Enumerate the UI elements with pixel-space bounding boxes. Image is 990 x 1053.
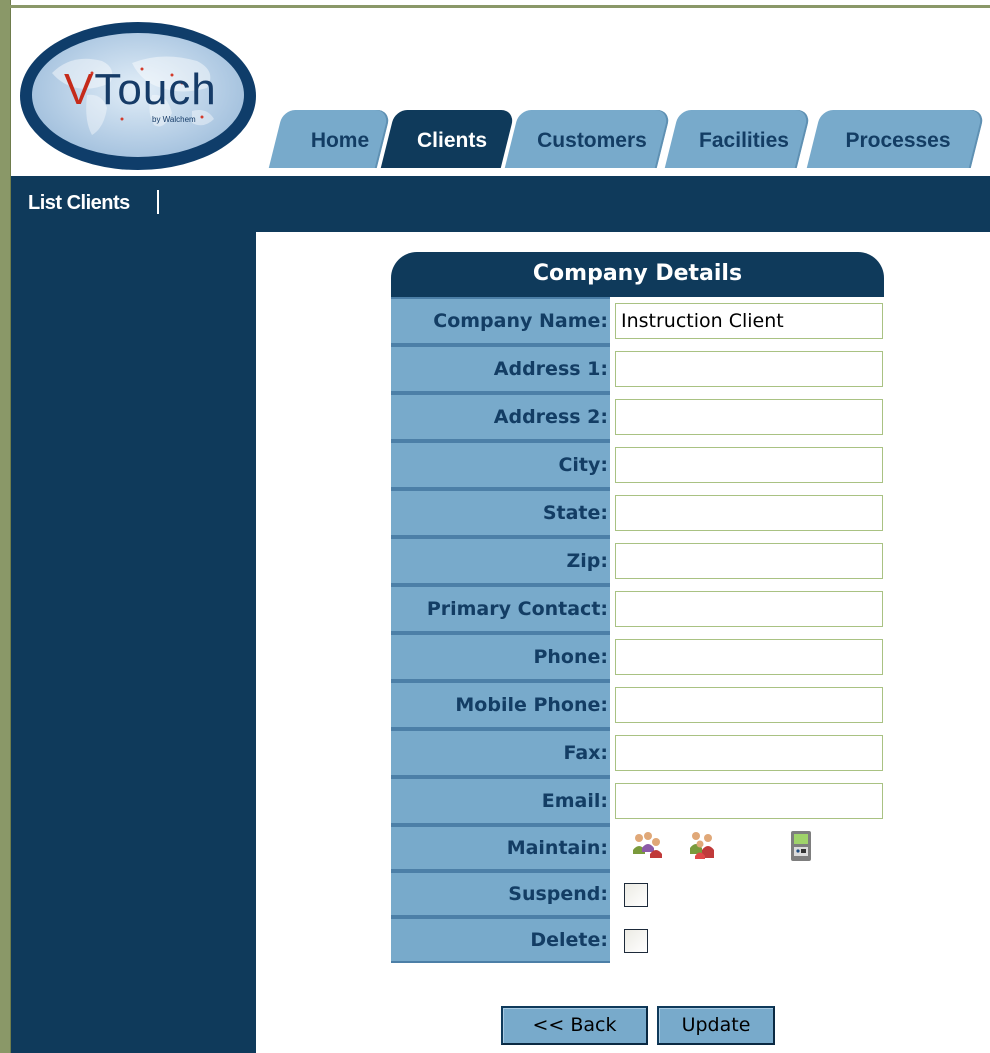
company-details-header: Company Details xyxy=(391,252,884,297)
logo-wordmark-rest: Touch xyxy=(94,65,217,114)
city-label: City: xyxy=(391,443,610,487)
address-2-label: Address 2: xyxy=(391,395,610,439)
state-field[interactable] xyxy=(615,495,883,531)
company-name-field[interactable] xyxy=(615,303,883,339)
tab-processes-label[interactable]: Processes xyxy=(818,128,978,154)
tab-clients-label[interactable]: Clients xyxy=(394,128,510,154)
update-button[interactable]: Update xyxy=(657,1006,775,1045)
tab-facilities-label[interactable]: Facilities xyxy=(678,128,810,154)
city-field[interactable] xyxy=(615,447,883,483)
mobile-phone-label: Mobile Phone: xyxy=(391,683,610,727)
sidebar xyxy=(11,232,256,1053)
email-field[interactable] xyxy=(615,783,883,819)
address-1-label: Address 1: xyxy=(391,347,610,391)
state-label: State: xyxy=(391,491,610,535)
mobile-phone-field[interactable] xyxy=(615,687,883,723)
window-left-border xyxy=(0,0,11,1053)
address-1-field[interactable] xyxy=(615,351,883,387)
phone-field[interactable] xyxy=(615,639,883,675)
logo-globe: VTouch by Walchem xyxy=(32,33,244,157)
phone-label: Phone: xyxy=(391,635,610,679)
list-clients-link[interactable]: List Clients xyxy=(28,192,130,215)
zip-label: Zip: xyxy=(391,539,610,583)
back-button[interactable]: << Back xyxy=(501,1006,648,1045)
delete-checkbox[interactable] xyxy=(624,929,648,953)
maintain-label: Maintain: xyxy=(391,827,610,869)
logo-wordmark-initial: V xyxy=(64,65,95,114)
zip-field[interactable] xyxy=(615,543,883,579)
user-group-icon[interactable] xyxy=(686,830,720,860)
fax-field[interactable] xyxy=(615,735,883,771)
company-name-label: Company Name: xyxy=(391,299,610,343)
fax-label: Fax: xyxy=(391,731,610,775)
controller-icon[interactable] xyxy=(789,830,813,862)
logo-subtitle: by Walchem xyxy=(152,115,196,124)
delete-label: Delete: xyxy=(391,919,610,961)
primary-contact-label: Primary Contact: xyxy=(391,587,610,631)
suspend-checkbox[interactable] xyxy=(624,883,648,907)
tab-customers-label[interactable]: Customers xyxy=(516,128,668,154)
sub-navigation-bar: List Clients xyxy=(11,176,990,232)
panel-title: Company Details xyxy=(532,261,743,286)
tab-home-label[interactable]: Home xyxy=(296,128,384,154)
nav-separator xyxy=(157,190,159,214)
logo-wordmark: VTouch xyxy=(64,68,217,112)
users-icon[interactable] xyxy=(630,830,664,860)
address-2-field[interactable] xyxy=(615,399,883,435)
vtouch-logo[interactable]: VTouch by Walchem xyxy=(20,22,256,170)
suspend-label: Suspend: xyxy=(391,873,610,915)
primary-contact-field[interactable] xyxy=(615,591,883,627)
email-label: Email: xyxy=(391,779,610,823)
